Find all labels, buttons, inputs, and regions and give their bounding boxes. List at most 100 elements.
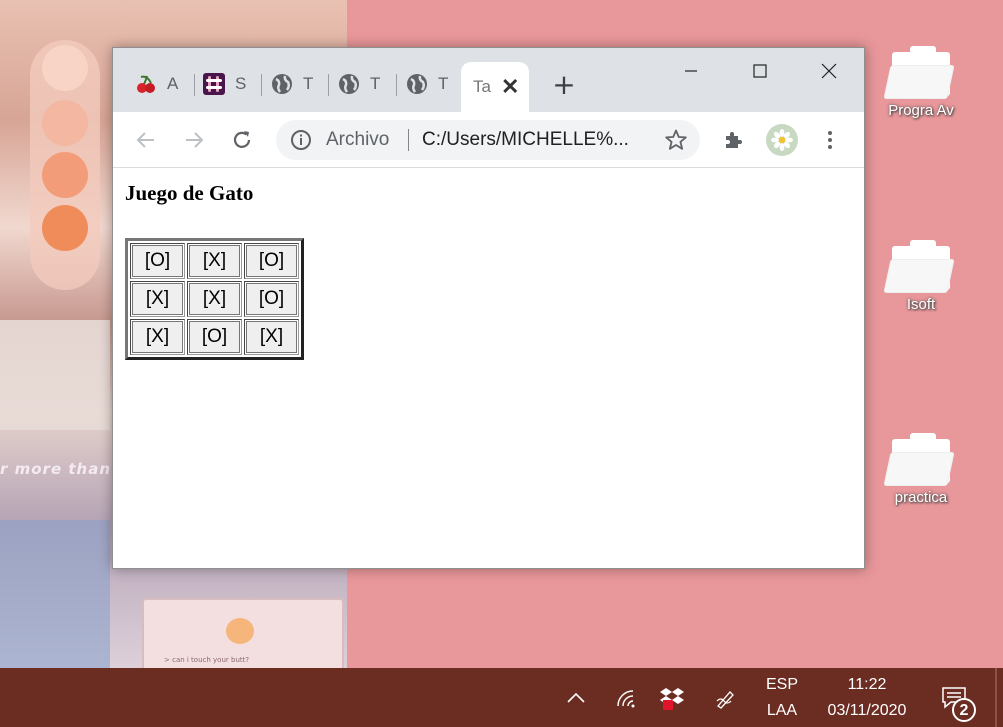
board-row: [X] [X] [O]: [130, 281, 299, 317]
new-tab-button[interactable]: +: [549, 70, 579, 100]
tab-1[interactable]: A: [113, 64, 179, 104]
tab-label: S: [235, 74, 247, 93]
back-arrow-icon: [136, 132, 154, 148]
daisy-icon: [771, 129, 793, 151]
clock[interactable]: 11:22 03/11/2020: [812, 668, 922, 727]
back-button[interactable]: [128, 122, 164, 158]
profile-button[interactable]: [766, 124, 798, 156]
cell-button-0-0[interactable]: [O]: [132, 245, 183, 277]
notification-count-badge: 2: [952, 698, 976, 722]
tic-tac-toe-board: [O] [X] [O] [X] [X] [O] [X] [O] [X]: [125, 238, 304, 360]
board-cell: [X]: [187, 281, 242, 317]
kebab-menu-icon: [828, 131, 832, 149]
cherry-icon: [135, 73, 157, 95]
address-separator: [408, 129, 409, 151]
info-icon[interactable]: [290, 129, 312, 155]
keyboard-layout: LAA: [766, 701, 798, 719]
tab-active[interactable]: Ta ✕: [461, 62, 529, 112]
reload-button[interactable]: [224, 122, 260, 158]
globe-icon: [406, 73, 428, 95]
board-row: [O] [X] [O]: [130, 243, 299, 279]
forward-arrow-icon: [186, 132, 204, 148]
page-content: Juego de Gato [O] [X] [O] [X] [X] [O] [X…: [113, 168, 864, 568]
board-cell: [O]: [130, 243, 185, 279]
desktop-icon-label: Progra Av: [888, 102, 954, 119]
board-cell: [X]: [130, 281, 185, 317]
avatar: [766, 124, 798, 156]
tab-label: T: [303, 74, 314, 93]
forward-button[interactable]: [176, 122, 212, 158]
tab-strip: A S T T T Ta ✕ +: [113, 48, 864, 112]
board-cell: [O]: [244, 281, 299, 317]
close-window-button[interactable]: [795, 48, 863, 94]
dropbox-icon: [660, 687, 684, 710]
globe-icon: [271, 73, 293, 95]
board-cell: [X]: [187, 243, 242, 279]
cell-button-2-1[interactable]: [O]: [189, 321, 240, 353]
cell-button-1-1[interactable]: [X]: [189, 283, 240, 315]
maximize-icon: [753, 64, 767, 78]
tab-close-icon[interactable]: ✕: [501, 74, 519, 100]
polaroid-caption: > can i touch your butt?: [164, 656, 250, 664]
cell-button-0-1[interactable]: [X]: [189, 245, 240, 277]
tab-5[interactable]: T: [384, 64, 450, 104]
close-icon: [821, 63, 837, 79]
slack-icon: [203, 73, 225, 95]
reload-icon: [233, 131, 251, 148]
show-desktop-button[interactable]: [995, 668, 997, 727]
cell-button-2-0[interactable]: [X]: [132, 321, 183, 353]
language-code: ESP: [765, 675, 798, 693]
wifi-icon: [617, 689, 635, 707]
desktop-icon-label: Isoft: [906, 296, 936, 313]
page-title: Juego de Gato: [125, 181, 254, 205]
show-hidden-icons-button[interactable]: [560, 668, 592, 727]
tab-4[interactable]: T: [316, 64, 382, 104]
browser-toolbar: Archivo C:/Users/MICHELLE%...: [113, 112, 864, 168]
clock-time: 11:22: [847, 675, 887, 693]
network-button[interactable]: [610, 668, 642, 727]
desktop-icon-progra-av[interactable]: Progra Av: [876, 46, 966, 119]
tab-label: A: [167, 74, 179, 93]
board-cell: [X]: [244, 319, 299, 355]
cell-button-0-2[interactable]: [O]: [246, 245, 297, 277]
dropbox-tray-button[interactable]: [655, 668, 689, 727]
minimize-button[interactable]: [657, 48, 725, 94]
cell-button-2-2[interactable]: [X]: [246, 321, 297, 353]
tab-3[interactable]: T: [249, 64, 315, 104]
folder-icon: [884, 240, 954, 294]
chevron-up-icon: [567, 692, 585, 703]
language-indicator[interactable]: ESP LAA: [758, 668, 806, 727]
board-cell: [O]: [187, 319, 242, 355]
tab-label: T: [370, 74, 381, 93]
maximize-button[interactable]: [726, 48, 794, 94]
board-cell: [X]: [130, 319, 185, 355]
clock-date: 03/11/2020: [827, 701, 907, 719]
peach-icon: [226, 618, 254, 644]
folder-icon: [884, 433, 954, 487]
tab-label: T: [438, 74, 449, 93]
board-row: [X] [O] [X]: [130, 319, 299, 355]
address-scheme-label: Archivo: [326, 129, 390, 150]
bookmark-star-icon[interactable]: [664, 128, 688, 156]
board-cell: [O]: [244, 243, 299, 279]
tab-label: Ta: [473, 77, 491, 96]
wallpaper-text: r more than: [0, 460, 111, 478]
minimize-icon: [685, 70, 697, 72]
address-url[interactable]: C:/Users/MICHELLE%...: [422, 129, 629, 151]
browser-window: A S T T T Ta ✕ + Archivo C:/Users/MICHEL…: [112, 47, 865, 569]
puzzle-icon: [726, 132, 742, 148]
tab-2[interactable]: S: [181, 64, 247, 104]
pen-workspace-button[interactable]: [710, 668, 742, 727]
cell-button-1-0[interactable]: [X]: [132, 283, 183, 315]
folder-icon: [884, 46, 954, 100]
taskbar: ESP LAA 11:22 03/11/2020: [0, 668, 1003, 727]
desktop-icon-label: practica: [894, 489, 948, 506]
pen-icon: [716, 690, 734, 709]
globe-icon: [338, 73, 360, 95]
menu-button[interactable]: [814, 124, 846, 156]
extensions-button[interactable]: [718, 124, 750, 156]
cell-button-1-2[interactable]: [O]: [246, 283, 297, 315]
desktop-icon-isoft[interactable]: Isoft: [876, 240, 966, 313]
desktop-icon-practica[interactable]: practica: [876, 433, 966, 506]
address-bar[interactable]: Archivo C:/Users/MICHELLE%...: [276, 120, 700, 160]
